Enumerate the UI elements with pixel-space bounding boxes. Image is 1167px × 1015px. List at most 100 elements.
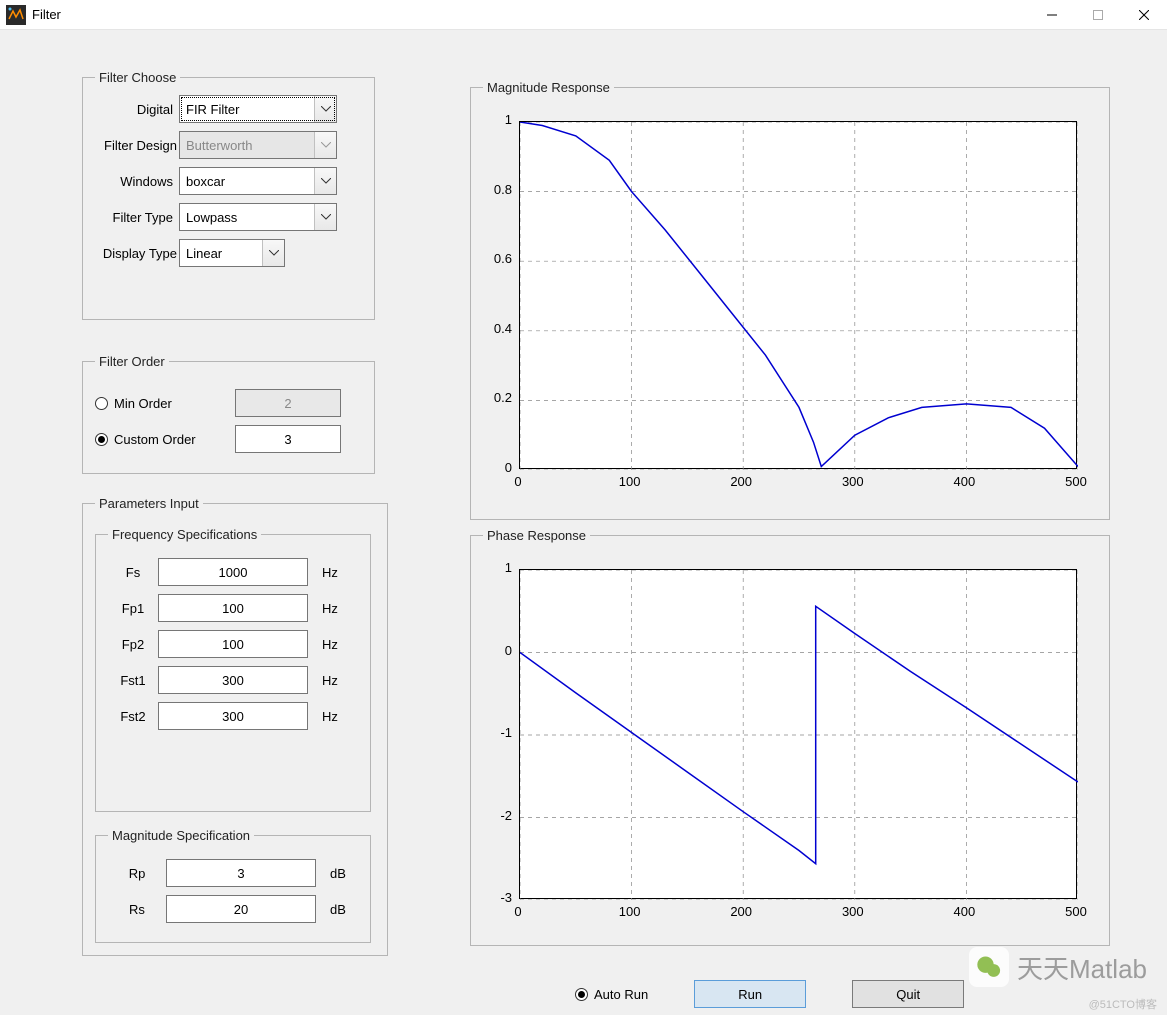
y-tick: -3 — [478, 890, 512, 905]
magnitude-spec-legend: Magnitude Specification — [108, 828, 254, 843]
digital-label: Digital — [95, 102, 179, 117]
phase-response-legend: Phase Response — [483, 528, 590, 543]
x-tick: 0 — [506, 904, 530, 919]
phase-response-group: Phase Response 0100200300400500-3-2-101 — [470, 528, 1110, 946]
y-tick: 0.6 — [478, 251, 512, 266]
x-tick: 200 — [729, 904, 753, 919]
x-tick: 500 — [1064, 904, 1088, 919]
y-tick: 0.2 — [478, 390, 512, 405]
filter-order-group: Filter Order Min Order 2 Custom Order 3 — [82, 354, 375, 474]
footer-credit: @51CTO博客 — [1089, 996, 1157, 1012]
radio-icon — [575, 988, 588, 1001]
radio-icon — [95, 433, 108, 446]
y-tick: 1 — [478, 560, 512, 575]
x-tick: 200 — [729, 474, 753, 489]
fst2-input[interactable]: 300 — [158, 702, 308, 730]
filter-choose-group: Filter Choose Digital FIR Filter Filter … — [82, 70, 375, 320]
filter-design-label: Filter Design — [95, 138, 179, 153]
fp1-unit: Hz — [308, 601, 338, 616]
min-order-radio[interactable]: Min Order — [95, 396, 235, 411]
filter-type-value: Lowpass — [180, 210, 314, 225]
filter-design-value: Butterworth — [180, 138, 314, 153]
run-button[interactable]: Run — [694, 980, 806, 1008]
display-type-value: Linear — [180, 246, 262, 261]
x-tick: 400 — [952, 474, 976, 489]
fp1-label: Fp1 — [108, 601, 158, 616]
windows-value: boxcar — [180, 174, 314, 189]
rp-input[interactable]: 3 — [166, 859, 316, 887]
maximize-button[interactable] — [1075, 0, 1121, 30]
parameters-input-legend: Parameters Input — [95, 496, 203, 511]
phase-axes[interactable] — [519, 569, 1077, 899]
custom-order-radio[interactable]: Custom Order — [95, 432, 235, 447]
x-tick: 300 — [841, 474, 865, 489]
y-tick: -1 — [478, 725, 512, 740]
app-icon — [6, 5, 26, 25]
close-button[interactable] — [1121, 0, 1167, 30]
x-tick: 100 — [618, 474, 642, 489]
minimize-button[interactable] — [1029, 0, 1075, 30]
x-tick: 100 — [618, 904, 642, 919]
fst1-unit: Hz — [308, 673, 338, 688]
fp2-unit: Hz — [308, 637, 338, 652]
auto-run-label: Auto Run — [594, 987, 648, 1002]
quit-button[interactable]: Quit — [852, 980, 964, 1008]
chevron-down-icon — [262, 240, 284, 266]
frequency-spec-group: Frequency Specifications Fs1000Hz Fp1100… — [95, 527, 371, 812]
display-type-label: Display Type — [95, 246, 179, 261]
magnitude-response-group: Magnitude Response 010020030040050000.20… — [470, 80, 1110, 520]
watermark: 天天Matlab — [969, 947, 1147, 987]
chevron-down-icon — [314, 168, 336, 194]
fst1-input[interactable]: 300 — [158, 666, 308, 694]
windows-label: Windows — [95, 174, 179, 189]
windows-dropdown[interactable]: boxcar — [179, 167, 337, 195]
fs-unit: Hz — [308, 565, 338, 580]
rp-unit: dB — [316, 866, 346, 881]
fs-label: Fs — [108, 565, 158, 580]
radio-icon — [95, 397, 108, 410]
title-bar: Filter — [0, 0, 1167, 30]
fp1-input[interactable]: 100 — [158, 594, 308, 622]
wechat-icon — [969, 947, 1009, 987]
chevron-down-icon — [314, 204, 336, 230]
rs-label: Rs — [108, 902, 166, 917]
fst1-label: Fst1 — [108, 673, 158, 688]
parameters-input-group: Parameters Input Frequency Specification… — [82, 496, 388, 956]
fp2-input[interactable]: 100 — [158, 630, 308, 658]
chevron-down-icon — [314, 96, 336, 122]
rs-input[interactable]: 20 — [166, 895, 316, 923]
fp2-label: Fp2 — [108, 637, 158, 652]
x-tick: 500 — [1064, 474, 1088, 489]
frequency-spec-legend: Frequency Specifications — [108, 527, 261, 542]
window-title: Filter — [32, 7, 1029, 22]
y-tick: 0.4 — [478, 321, 512, 336]
magnitude-spec-group: Magnitude Specification Rp3dB Rs20dB — [95, 828, 371, 943]
x-tick: 0 — [506, 474, 530, 489]
y-tick: 0.8 — [478, 182, 512, 197]
fst2-unit: Hz — [308, 709, 338, 724]
digital-dropdown[interactable]: FIR Filter — [179, 95, 337, 123]
x-tick: 300 — [841, 904, 865, 919]
custom-order-label: Custom Order — [114, 432, 196, 447]
fs-input[interactable]: 1000 — [158, 558, 308, 586]
fst2-label: Fst2 — [108, 709, 158, 724]
filter-type-dropdown[interactable]: Lowpass — [179, 203, 337, 231]
y-tick: 1 — [478, 112, 512, 127]
filter-type-label: Filter Type — [95, 210, 179, 225]
filter-design-dropdown: Butterworth — [179, 131, 337, 159]
min-order-input: 2 — [235, 389, 341, 417]
x-tick: 400 — [952, 904, 976, 919]
magnitude-axes[interactable] — [519, 121, 1077, 469]
display-type-dropdown[interactable]: Linear — [179, 239, 285, 267]
min-order-label: Min Order — [114, 396, 172, 411]
rs-unit: dB — [316, 902, 346, 917]
client-area: Filter Choose Digital FIR Filter Filter … — [0, 30, 1167, 1015]
y-tick: 0 — [478, 460, 512, 475]
watermark-text: 天天Matlab — [1017, 949, 1147, 986]
digital-value: FIR Filter — [180, 102, 314, 117]
y-tick: -2 — [478, 808, 512, 823]
filter-choose-legend: Filter Choose — [95, 70, 180, 85]
auto-run-radio[interactable]: Auto Run — [575, 987, 648, 1002]
rp-label: Rp — [108, 866, 166, 881]
custom-order-input[interactable]: 3 — [235, 425, 341, 453]
